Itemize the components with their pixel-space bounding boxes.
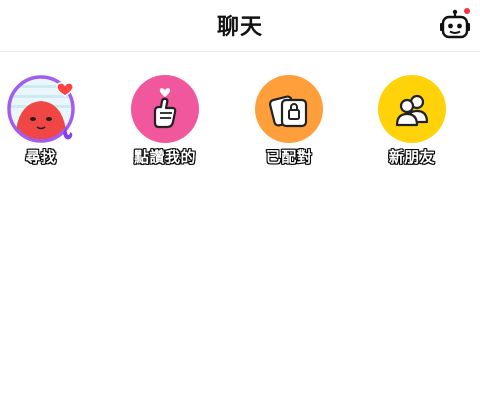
new-friends-circle xyxy=(378,75,446,143)
shortcut-matched[interactable]: 已配對 xyxy=(244,75,334,170)
shortcut-explore[interactable]: 尋找 xyxy=(0,75,86,170)
new-friends-icon xyxy=(395,94,429,127)
shortcut-label: 點讚我的 xyxy=(133,148,196,166)
page-title: 聊天 xyxy=(216,15,263,40)
notification-dot xyxy=(464,8,470,14)
bot-button[interactable] xyxy=(437,8,473,44)
shortcut-likes-me[interactable]: 點讚我的 xyxy=(120,75,210,170)
matched-circle xyxy=(255,75,323,143)
shortcut-label: 已配對 xyxy=(265,148,313,166)
explore-avatar xyxy=(7,75,75,143)
finger-heart-icon xyxy=(153,88,177,129)
shortcut-new-friends[interactable]: 新朋友 xyxy=(367,75,457,170)
shortcut-label: 尋找 xyxy=(25,148,57,166)
top-bar: 聊天 xyxy=(0,0,480,52)
matched-cards-icon xyxy=(268,95,308,128)
likes-circle xyxy=(131,75,199,143)
shortcut-label: 新朋友 xyxy=(388,148,436,166)
avatar-mascot-icon xyxy=(7,75,75,143)
